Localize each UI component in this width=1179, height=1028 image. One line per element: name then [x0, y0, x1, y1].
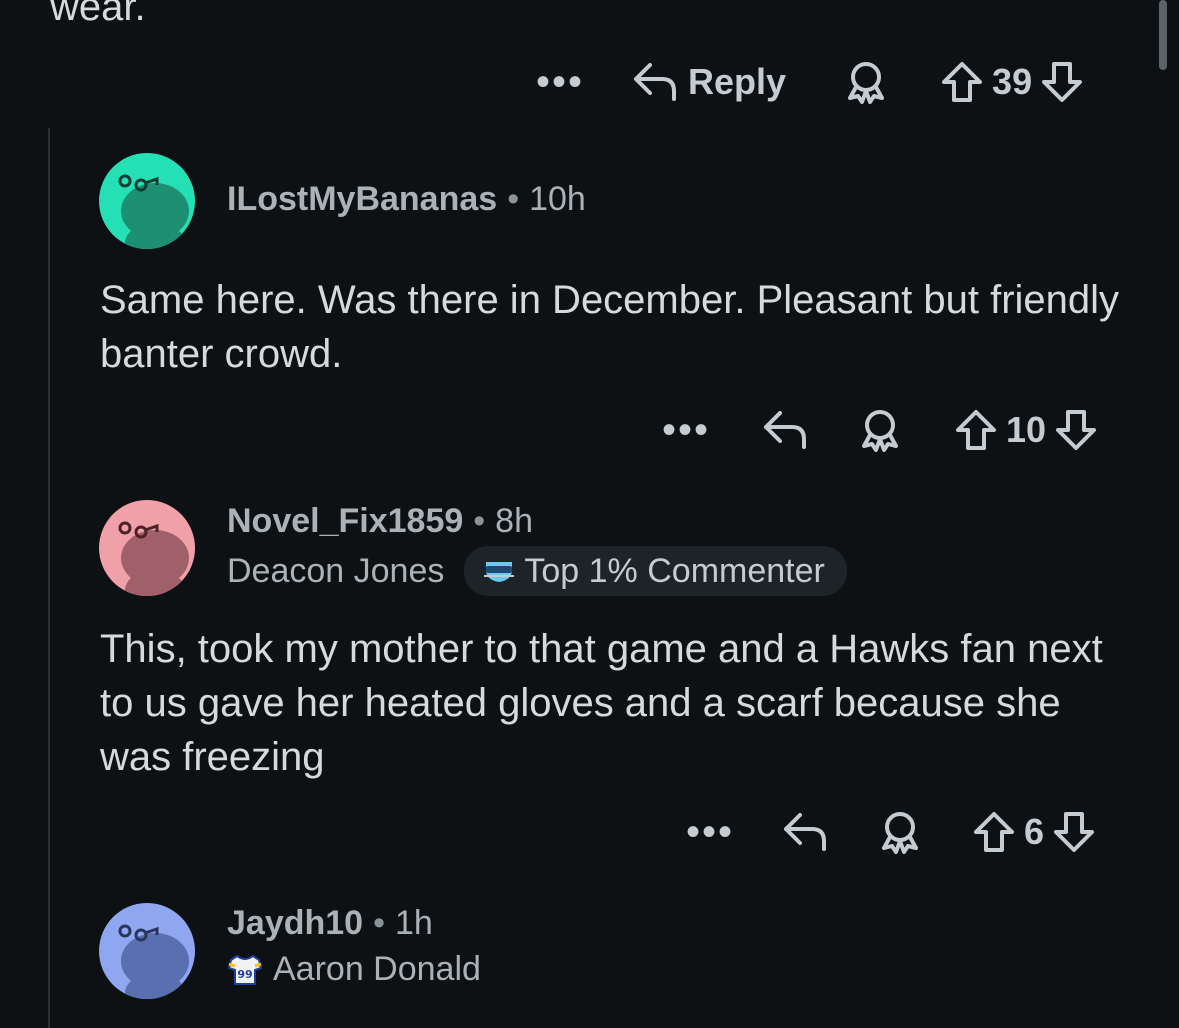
more-options-button[interactable]: ••• [686, 810, 735, 854]
vote-count: 10 [1006, 409, 1047, 450]
separator-dot: • [473, 502, 486, 540]
reply-button[interactable]: Reply [632, 61, 786, 103]
vote-count: 39 [992, 61, 1033, 102]
reply-icon [632, 61, 678, 103]
username[interactable]: ILostMyBananas [227, 180, 497, 219]
scrollbar[interactable] [1159, 0, 1167, 70]
separator-dot: • [373, 904, 385, 942]
timestamp: 8h [495, 502, 533, 540]
sunglasses-badge-icon [482, 556, 516, 586]
upvote-button[interactable] [972, 810, 1016, 854]
thread-line[interactable] [48, 128, 50, 1028]
comment-header: Novel_Fix1859 • 8h [227, 502, 533, 541]
reply-label: Reply [688, 61, 787, 102]
comment-body: Same here. Was there in December. Pleasa… [100, 278, 1120, 376]
upvote-icon [940, 60, 984, 104]
more-dots: ••• [662, 408, 711, 452]
comment-actions: ••• 6 [686, 802, 1096, 862]
award-icon [878, 810, 922, 854]
award-button[interactable] [844, 60, 888, 104]
downvote-button[interactable] [1054, 408, 1098, 452]
downvote-button[interactable] [1040, 60, 1084, 104]
comment-header: Jaydh10 • 1h [227, 904, 433, 943]
flair-line: 99 Aaron Donald [227, 950, 481, 989]
upvote-icon [954, 408, 998, 452]
previous-comment-text: wear. [50, 0, 146, 29]
reply-icon [782, 811, 828, 853]
avatar[interactable] [99, 500, 195, 596]
downvote-icon [1054, 408, 1098, 452]
separator-dot: • [507, 180, 520, 218]
award-button[interactable] [858, 408, 902, 452]
reply-icon [762, 409, 808, 451]
vote-count: 6 [1024, 811, 1045, 852]
reply-button[interactable] [762, 409, 808, 451]
username[interactable]: Novel_Fix1859 [227, 502, 463, 541]
downvote-icon [1040, 60, 1084, 104]
timestamp: 10h [529, 180, 586, 218]
user-flair: Deacon Jones [227, 551, 445, 590]
flair-line: Deacon Jones Top 1% Commenter [227, 546, 847, 596]
more-dots: ••• [686, 810, 735, 854]
award-button[interactable] [878, 810, 922, 854]
snoo-avatar-icon [118, 174, 189, 249]
avatar[interactable] [99, 903, 195, 999]
more-options-button[interactable]: ••• [662, 408, 711, 452]
top-commenter-badge[interactable]: Top 1% Commenter [464, 546, 847, 596]
avatar[interactable] [99, 153, 195, 249]
more-options-button[interactable]: ••• [536, 60, 585, 104]
timestamp: 1h [395, 904, 433, 942]
upvote-icon [972, 810, 1016, 854]
snoo-avatar-icon [118, 521, 189, 596]
more-dots: ••• [536, 60, 585, 104]
award-icon [858, 408, 902, 452]
badge-label: Top 1% Commenter [524, 551, 825, 590]
snoo-avatar-icon [118, 924, 189, 999]
jersey-flair-icon: 99 [227, 954, 263, 986]
comment-body: This, took my mother to that game and a … [100, 627, 1103, 779]
award-icon [844, 60, 888, 104]
upvote-button[interactable] [954, 408, 998, 452]
upvote-button[interactable] [940, 60, 984, 104]
user-flair: Aaron Donald [273, 950, 481, 988]
comment-actions: ••• Reply 39 [536, 52, 1084, 112]
svg-text:99: 99 [237, 968, 252, 981]
comment-header: ILostMyBananas • 10h [227, 180, 586, 219]
downvote-icon [1052, 810, 1096, 854]
username[interactable]: Jaydh10 [227, 904, 363, 943]
reply-button[interactable] [782, 811, 828, 853]
comment-actions: ••• 10 [662, 400, 1098, 460]
downvote-button[interactable] [1052, 810, 1096, 854]
